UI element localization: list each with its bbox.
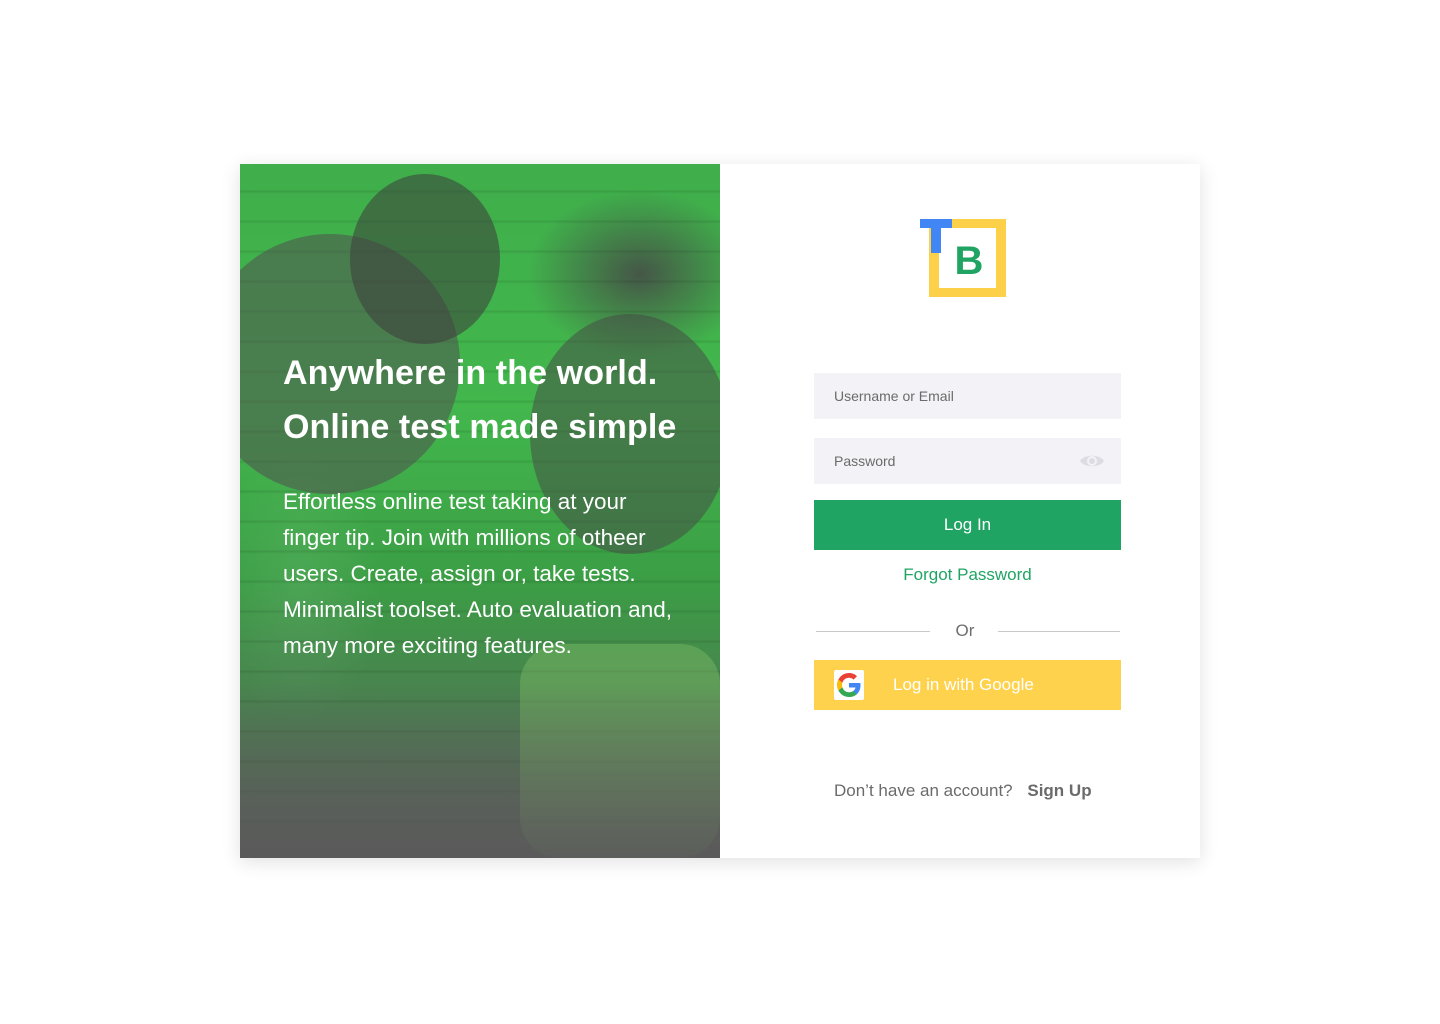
app-logo: B xyxy=(920,219,1006,297)
or-divider: Or xyxy=(816,620,1120,642)
divider-line-left xyxy=(816,631,930,632)
google-login-label: Log in with Google xyxy=(893,675,1034,694)
password-field[interactable] xyxy=(814,438,1121,484)
google-icon-box xyxy=(834,670,864,700)
password-input[interactable] xyxy=(814,438,1121,484)
signup-row: Don’t have an account? Sign Up xyxy=(834,781,1092,801)
login-form-panel: B Log In Forgot Password Or xyxy=(720,164,1200,858)
divider-line-right xyxy=(998,631,1120,632)
hero-title-line-1: Anywhere in the world. xyxy=(283,354,658,392)
signup-prompt: Don’t have an account? xyxy=(834,781,1013,800)
hero-title: Anywhere in the world. Online test made … xyxy=(283,346,703,454)
forgot-password-link[interactable]: Forgot Password xyxy=(814,565,1121,585)
signup-link[interactable]: Sign Up xyxy=(1027,781,1091,800)
username-input[interactable] xyxy=(814,373,1121,419)
logo-letter-b: B xyxy=(955,239,984,283)
google-g-icon xyxy=(837,673,861,697)
username-field[interactable] xyxy=(814,373,1121,419)
google-login-button[interactable]: Log in with Google xyxy=(814,660,1121,710)
eye-icon[interactable] xyxy=(1079,452,1105,470)
login-card: Anywhere in the world. Online test made … xyxy=(240,164,1200,858)
or-label: Or xyxy=(955,621,975,640)
hero-panel: Anywhere in the world. Online test made … xyxy=(240,164,720,858)
hero-text: Anywhere in the world. Online test made … xyxy=(283,346,703,687)
login-button[interactable]: Log In xyxy=(814,500,1121,550)
hero-description: Effortless online test taking at your fi… xyxy=(283,489,672,658)
hero-title-line-2: Online test made simple xyxy=(283,408,677,446)
